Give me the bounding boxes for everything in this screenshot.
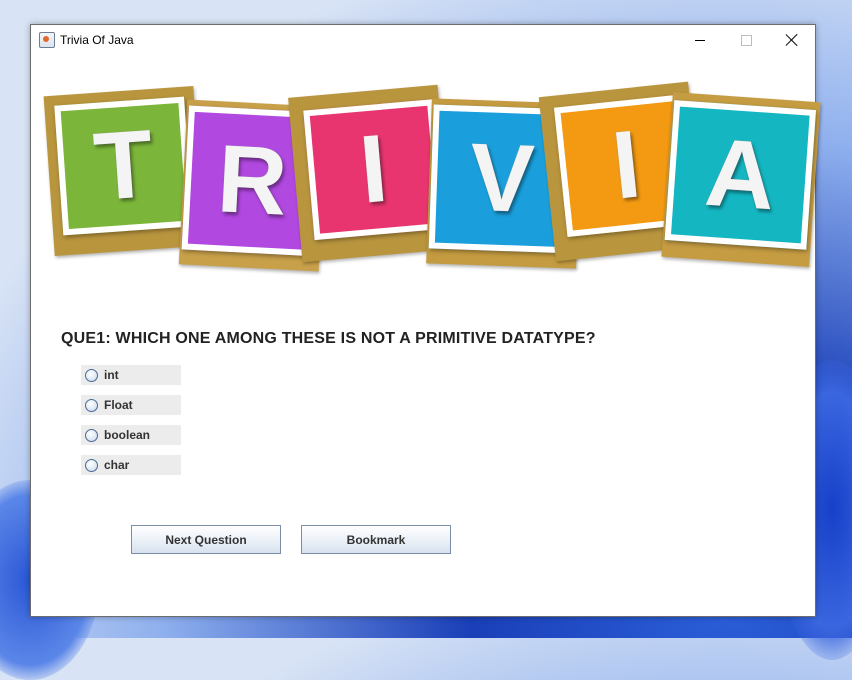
option-char[interactable]: char — [81, 455, 181, 475]
radio-button-icon[interactable] — [85, 398, 98, 412]
banner-letter: R — [214, 125, 290, 236]
banner-tile-a: A — [661, 92, 821, 267]
radio-button-icon[interactable] — [85, 368, 98, 382]
option-boolean[interactable]: boolean — [81, 425, 181, 445]
banner-letter: I — [607, 110, 646, 220]
minimize-icon — [695, 39, 705, 41]
bookmark-button[interactable]: Bookmark — [301, 525, 451, 554]
radio-button-icon[interactable] — [85, 458, 98, 472]
banner-letter: I — [355, 114, 392, 224]
trivia-banner-logo: T R I V I A — [43, 81, 821, 281]
option-label: Float — [104, 398, 133, 412]
minimize-button[interactable] — [677, 25, 723, 55]
banner-letter: T — [90, 110, 157, 221]
close-button[interactable] — [769, 25, 815, 55]
banner-letter: A — [702, 118, 779, 231]
option-label: boolean — [104, 428, 151, 442]
app-window: Trivia Of Java T R I V I A QUE1: WHICH O… — [30, 24, 821, 617]
option-int[interactable]: int — [81, 365, 181, 385]
close-icon — [786, 34, 798, 46]
maximize-button[interactable] — [723, 25, 769, 55]
banner-letter: V — [468, 123, 537, 234]
option-label: char — [104, 458, 130, 472]
window-title: Trivia Of Java — [60, 33, 134, 47]
radio-button-icon[interactable] — [85, 428, 98, 442]
title-bar[interactable]: Trivia Of Java — [31, 25, 815, 55]
java-cup-icon — [39, 32, 55, 48]
option-float[interactable]: Float — [81, 395, 181, 415]
next-question-button[interactable]: Next Question — [131, 525, 281, 554]
question-text: QUE1: WHICH ONE AMONG THESE IS NOT A PRI… — [61, 330, 596, 347]
option-label: int — [104, 368, 119, 382]
maximize-icon — [740, 34, 752, 46]
